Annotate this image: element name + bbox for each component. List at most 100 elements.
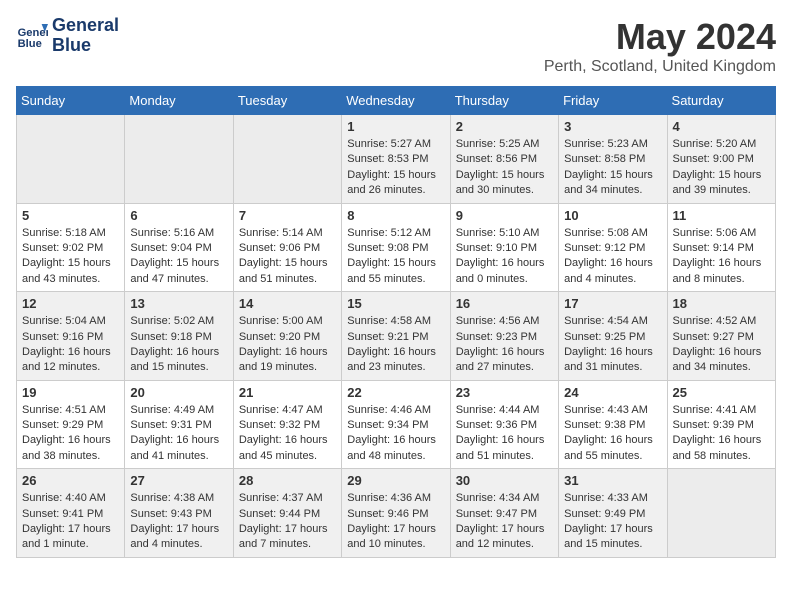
calendar-header-row: SundayMondayTuesdayWednesdayThursdayFrid… [17, 87, 776, 115]
calendar-cell: 8 Sunrise: 5:12 AM Sunset: 9:08 PM Daylig… [342, 203, 450, 292]
logo-text: General Blue [52, 16, 119, 56]
calendar-cell: 23Sunrise: 4:44 AM Sunset: 9:36 PM Dayli… [450, 380, 558, 469]
day-info: Sunrise: 5:16 AM Sunset: 9:04 PM Dayligh… [130, 226, 227, 288]
svg-text:Blue: Blue [18, 38, 42, 50]
day-info: Sunrise: 4:46 AM Sunset: 9:34 PM Dayligh… [347, 403, 444, 465]
calendar-row: 1Sunrise: 5:27 AM Sunset: 8:53 PM Daylig… [17, 115, 776, 204]
weekday-header: Wednesday [342, 87, 450, 115]
weekday-header: Tuesday [233, 87, 341, 115]
calendar-cell: 15 Sunrise: 4:58 AM Sunset: 9:21 PM Dayli… [342, 292, 450, 381]
day-number: 30 [456, 473, 553, 488]
day-number: 26 [22, 473, 119, 488]
day-info: Sunrise: 5:20 AM Sunset: 9:00 PM Dayligh… [673, 137, 770, 199]
day-number: 9 [456, 208, 553, 223]
calendar-cell: 29Sunrise: 4:36 AM Sunset: 9:46 PM Dayli… [342, 469, 450, 558]
calendar-cell: 31 Sunrise: 4:33 AM Sunset: 9:49 PM Dayli… [559, 469, 667, 558]
calendar-cell: 1Sunrise: 5:27 AM Sunset: 8:53 PM Daylig… [342, 115, 450, 204]
day-number: 28 [239, 473, 336, 488]
weekday-header: Monday [125, 87, 233, 115]
month-title: May 2024 [544, 16, 776, 58]
day-number: 15 [347, 296, 444, 311]
calendar-cell: 3Sunrise: 5:23 AM Sunset: 8:58 PM Daylig… [559, 115, 667, 204]
day-number: 13 [130, 296, 227, 311]
calendar-row: 19Sunrise: 4:51 AM Sunset: 9:29 PM Dayli… [17, 380, 776, 469]
day-number: 21 [239, 385, 336, 400]
calendar-row: 5 Sunrise: 5:18 AM Sunset: 9:02 PM Daylig… [17, 203, 776, 292]
day-number: 22 [347, 385, 444, 400]
day-info: Sunrise: 4:33 AM Sunset: 9:49 PM Dayligh… [564, 491, 661, 553]
day-number: 31 [564, 473, 661, 488]
title-area: May 2024 Perth, Scotland, United Kingdom [544, 16, 776, 76]
day-info: Sunrise: 5:04 AM Sunset: 9:16 PM Dayligh… [22, 314, 119, 376]
calendar-cell: 30 Sunrise: 4:34 AM Sunset: 9:47 PM Dayli… [450, 469, 558, 558]
calendar-cell: 20 Sunrise: 4:49 AM Sunset: 9:31 PM Dayli… [125, 380, 233, 469]
day-info: Sunrise: 4:54 AM Sunset: 9:25 PM Dayligh… [564, 314, 661, 376]
day-info: Sunrise: 4:37 AM Sunset: 9:44 PM Dayligh… [239, 491, 336, 553]
logo-icon: General Blue [16, 20, 48, 52]
day-number: 8 [347, 208, 444, 223]
day-number: 4 [673, 119, 770, 134]
weekday-header: Thursday [450, 87, 558, 115]
day-info: Sunrise: 5:08 AM Sunset: 9:12 PM Dayligh… [564, 226, 661, 288]
calendar-row: 12 Sunrise: 5:04 AM Sunset: 9:16 PM Dayli… [17, 292, 776, 381]
day-info: Sunrise: 5:18 AM Sunset: 9:02 PM Dayligh… [22, 226, 119, 288]
day-number: 16 [456, 296, 553, 311]
calendar-cell: 9 Sunrise: 5:10 AM Sunset: 9:10 PM Daylig… [450, 203, 558, 292]
calendar-cell [233, 115, 341, 204]
weekday-header: Sunday [17, 87, 125, 115]
calendar-cell: 27 Sunrise: 4:38 AM Sunset: 9:43 PM Dayli… [125, 469, 233, 558]
calendar-cell: 26 Sunrise: 4:40 AM Sunset: 9:41 PM Dayli… [17, 469, 125, 558]
calendar-cell: 12 Sunrise: 5:04 AM Sunset: 9:16 PM Dayli… [17, 292, 125, 381]
calendar-cell [125, 115, 233, 204]
day-number: 3 [564, 119, 661, 134]
day-number: 12 [22, 296, 119, 311]
day-info: Sunrise: 5:14 AM Sunset: 9:06 PM Dayligh… [239, 226, 336, 288]
day-info: Sunrise: 4:40 AM Sunset: 9:41 PM Dayligh… [22, 491, 119, 553]
day-info: Sunrise: 4:47 AM Sunset: 9:32 PM Dayligh… [239, 403, 336, 465]
calendar-cell: 25 Sunrise: 4:41 AM Sunset: 9:39 PM Dayli… [667, 380, 775, 469]
day-info: Sunrise: 4:58 AM Sunset: 9:21 PM Dayligh… [347, 314, 444, 376]
day-info: Sunrise: 5:12 AM Sunset: 9:08 PM Dayligh… [347, 226, 444, 288]
day-info: Sunrise: 4:34 AM Sunset: 9:47 PM Dayligh… [456, 491, 553, 553]
calendar-cell: 21 Sunrise: 4:47 AM Sunset: 9:32 PM Dayli… [233, 380, 341, 469]
day-number: 7 [239, 208, 336, 223]
calendar-cell [17, 115, 125, 204]
day-info: Sunrise: 4:41 AM Sunset: 9:39 PM Dayligh… [673, 403, 770, 465]
weekday-header: Friday [559, 87, 667, 115]
day-info: Sunrise: 4:52 AM Sunset: 9:27 PM Dayligh… [673, 314, 770, 376]
calendar-cell: 17Sunrise: 4:54 AM Sunset: 9:25 PM Dayli… [559, 292, 667, 381]
page-header: General Blue General Blue May 2024 Perth… [16, 16, 776, 76]
day-info: Sunrise: 5:10 AM Sunset: 9:10 PM Dayligh… [456, 226, 553, 288]
calendar-cell: 10Sunrise: 5:08 AM Sunset: 9:12 PM Dayli… [559, 203, 667, 292]
day-number: 2 [456, 119, 553, 134]
calendar-cell: 24 Sunrise: 4:43 AM Sunset: 9:38 PM Dayli… [559, 380, 667, 469]
day-info: Sunrise: 4:49 AM Sunset: 9:31 PM Dayligh… [130, 403, 227, 465]
calendar-cell: 4 Sunrise: 5:20 AM Sunset: 9:00 PM Daylig… [667, 115, 775, 204]
day-number: 19 [22, 385, 119, 400]
calendar-cell: 2 Sunrise: 5:25 AM Sunset: 8:56 PM Daylig… [450, 115, 558, 204]
day-number: 23 [456, 385, 553, 400]
logo: General Blue General Blue [16, 16, 119, 56]
day-number: 1 [347, 119, 444, 134]
day-number: 14 [239, 296, 336, 311]
day-number: 27 [130, 473, 227, 488]
calendar-row: 26 Sunrise: 4:40 AM Sunset: 9:41 PM Dayli… [17, 469, 776, 558]
calendar-cell: 14 Sunrise: 5:00 AM Sunset: 9:20 PM Dayli… [233, 292, 341, 381]
day-info: Sunrise: 5:25 AM Sunset: 8:56 PM Dayligh… [456, 137, 553, 199]
day-number: 5 [22, 208, 119, 223]
svg-text:General: General [18, 27, 48, 39]
day-info: Sunrise: 4:43 AM Sunset: 9:38 PM Dayligh… [564, 403, 661, 465]
day-info: Sunrise: 4:56 AM Sunset: 9:23 PM Dayligh… [456, 314, 553, 376]
day-number: 20 [130, 385, 227, 400]
day-number: 24 [564, 385, 661, 400]
location: Perth, Scotland, United Kingdom [544, 58, 776, 76]
calendar-cell: 13Sunrise: 5:02 AM Sunset: 9:18 PM Dayli… [125, 292, 233, 381]
calendar-cell: 22 Sunrise: 4:46 AM Sunset: 9:34 PM Dayli… [342, 380, 450, 469]
day-info: Sunrise: 5:06 AM Sunset: 9:14 PM Dayligh… [673, 226, 770, 288]
calendar-cell: 11Sunrise: 5:06 AM Sunset: 9:14 PM Dayli… [667, 203, 775, 292]
calendar-cell: 18 Sunrise: 4:52 AM Sunset: 9:27 PM Dayli… [667, 292, 775, 381]
day-info: Sunrise: 4:38 AM Sunset: 9:43 PM Dayligh… [130, 491, 227, 553]
day-number: 25 [673, 385, 770, 400]
day-number: 18 [673, 296, 770, 311]
day-info: Sunrise: 5:00 AM Sunset: 9:20 PM Dayligh… [239, 314, 336, 376]
